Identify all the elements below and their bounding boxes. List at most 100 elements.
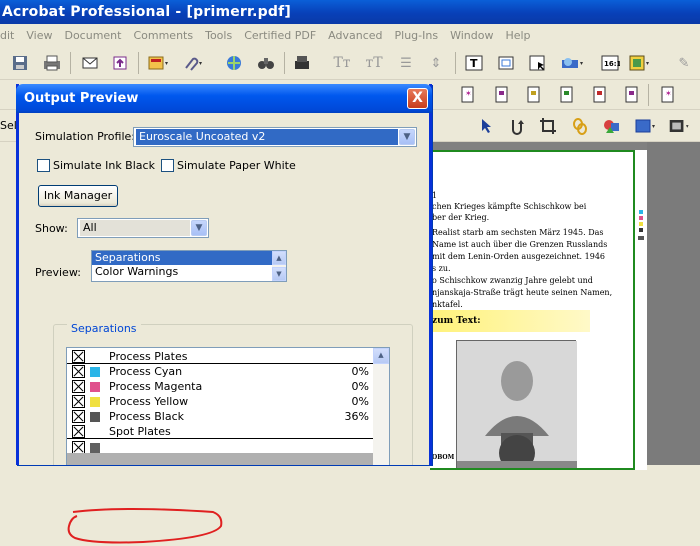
menu-advanced[interactable]: Advanced [322,29,388,42]
menu-help[interactable]: Help [499,29,536,42]
separation-name: Process Black [109,410,184,423]
separation-name: Process Cyan [109,365,183,378]
search-binoculars-icon[interactable] [254,51,278,75]
document-footer-text: OBOM [432,454,455,461]
text-size-increase-icon[interactable]: тT [362,51,386,75]
simulation-profile-label: Simulation Profile: [35,130,135,143]
globe-email-icon[interactable] [222,51,246,75]
chevron-down-icon[interactable]: ▼ [399,129,415,145]
simulate-paper-white-checkbox[interactable] [161,159,174,172]
rectangle-tool-icon[interactable] [634,114,658,138]
separation-row-process-plates[interactable]: Process Plates [67,349,375,364]
signature-pen-icon[interactable]: ✎ [672,51,696,75]
document-text-line: o Schischkow zwanzig Jahre gelebt und [432,276,593,285]
print-production-icon[interactable] [560,51,584,75]
separation-checkbox[interactable] [72,350,85,363]
document-photo [456,340,577,468]
separations-table: Process Plates Process Cyan 0% Process M… [66,347,390,465]
aspect-ratio-icon[interactable]: 16:1 [598,51,622,75]
create-pdf-icon[interactable] [146,51,170,75]
text-size-decrease-icon[interactable]: Tт [330,51,354,75]
image-icon[interactable] [628,51,652,75]
separations-scrollbar[interactable]: ▲ [373,348,389,465]
menu-edit[interactable]: dit [0,29,20,42]
simulate-ink-black-label[interactable]: Simulate Ink Black [53,159,155,172]
crop-frame-icon[interactable] [494,51,518,75]
simulation-profile-select[interactable]: Euroscale Uncoated v2 ▼ [133,127,417,147]
menu-window[interactable]: Window [444,29,499,42]
page-action-icon[interactable]: ✶ [656,83,680,107]
typewriter-icon[interactable] [290,51,314,75]
email-document-icon[interactable] [78,51,102,75]
spot-swatch-icon [90,443,100,453]
chevron-down-icon[interactable]: ▼ [191,220,207,236]
ink-manager-button[interactable]: Ink Manager [38,185,118,207]
paragraph-spacing-icon[interactable]: ⇕ [424,51,448,75]
document-ruler [635,150,647,470]
preview-option-color-warnings[interactable]: Color Warnings [92,265,286,279]
page-insert-icon[interactable] [522,83,546,107]
attach-icon[interactable] [180,51,204,75]
separation-row-placeholder [67,453,375,465]
crop-icon[interactable] [536,114,560,138]
menu-document[interactable]: Document [58,29,127,42]
separations-group-label: Separations [67,322,141,335]
separation-name: Process Yellow [109,395,189,408]
simulation-profile-value: Euroscale Uncoated v2 [136,129,398,145]
simulate-ink-black-checkbox[interactable] [37,159,50,172]
scroll-up-icon[interactable]: ▲ [373,348,389,364]
toolbar-separator [138,52,139,74]
close-button[interactable]: X [407,88,428,109]
link-chain-icon[interactable] [568,114,592,138]
page-replace-icon[interactable] [588,83,612,107]
toolbar-file: Tт тT ☰ ⇕ T 16:1 ✎ [0,46,700,80]
separation-row-process-magenta[interactable]: Process Magenta 0% [67,379,375,394]
show-value: All [80,220,190,236]
separation-row-process-cyan[interactable]: Process Cyan 0% [67,364,375,379]
preview-option-separations[interactable]: Separations [92,251,286,265]
document-text-line: njanskaja-Straße trägt heute seinen Name… [432,288,613,297]
menu-plug-ins[interactable]: Plug-Ins [389,29,445,42]
menu-view[interactable]: View [20,29,58,42]
separation-checkbox[interactable] [72,410,85,423]
select-tool-label[interactable]: Sel [0,119,17,132]
print-icon[interactable] [40,51,64,75]
menu-comments[interactable]: Comments [127,29,199,42]
document-heading: zum Text: [430,310,590,332]
separation-checkbox[interactable] [72,365,85,378]
document-page: 1 chen Krieges kämpfte Schischkow bei be… [430,150,635,470]
show-select[interactable]: All ▼ [77,218,209,238]
scroll-up-icon[interactable]: ▲ [272,251,286,265]
preview-scrollbar[interactable]: ▲ ▼ [272,251,286,281]
shapes-icon[interactable] [600,114,624,138]
text-field-icon[interactable]: T [462,51,486,75]
upload-icon[interactable] [108,51,132,75]
separation-percent: 0% [351,395,369,408]
preview-listbox[interactable]: Separations Color Warnings ▲ ▼ [91,250,287,282]
toolbar-separator [455,52,456,74]
simulate-paper-white-label[interactable]: Simulate Paper White [177,159,296,172]
separation-checkbox[interactable] [72,395,85,408]
dialog-title-bar[interactable]: Output Preview X [16,84,432,113]
save-icon[interactable] [8,51,32,75]
page-blank-icon[interactable] [490,83,514,107]
separation-checkbox[interactable] [72,380,85,393]
line-spacing-icon[interactable]: ☰ [394,51,418,75]
document-background [647,142,700,465]
separation-checkbox[interactable] [72,425,85,438]
touchup-object-icon[interactable] [506,114,530,138]
page-delete-icon[interactable] [620,83,644,107]
separation-row-process-black[interactable]: Process Black 36% [67,409,375,424]
separation-row-spot-plates[interactable]: Spot Plates [67,424,375,439]
separation-percent: 0% [351,380,369,393]
filmstrip-icon[interactable] [668,114,692,138]
scroll-down-icon[interactable]: ▼ [272,267,286,281]
page-star-icon[interactable]: ✶ [456,83,480,107]
document-area[interactable]: 1 chen Krieges kämpfte Schischkow bei be… [430,142,700,470]
select-arrow-icon[interactable] [474,114,498,138]
menu-tools[interactable]: Tools [199,29,238,42]
menu-certified-pdf[interactable]: Certified PDF [238,29,322,42]
page-extract-icon[interactable] [555,83,579,107]
select-object-icon[interactable] [526,51,550,75]
separation-row-process-yellow[interactable]: Process Yellow 0% [67,394,375,409]
